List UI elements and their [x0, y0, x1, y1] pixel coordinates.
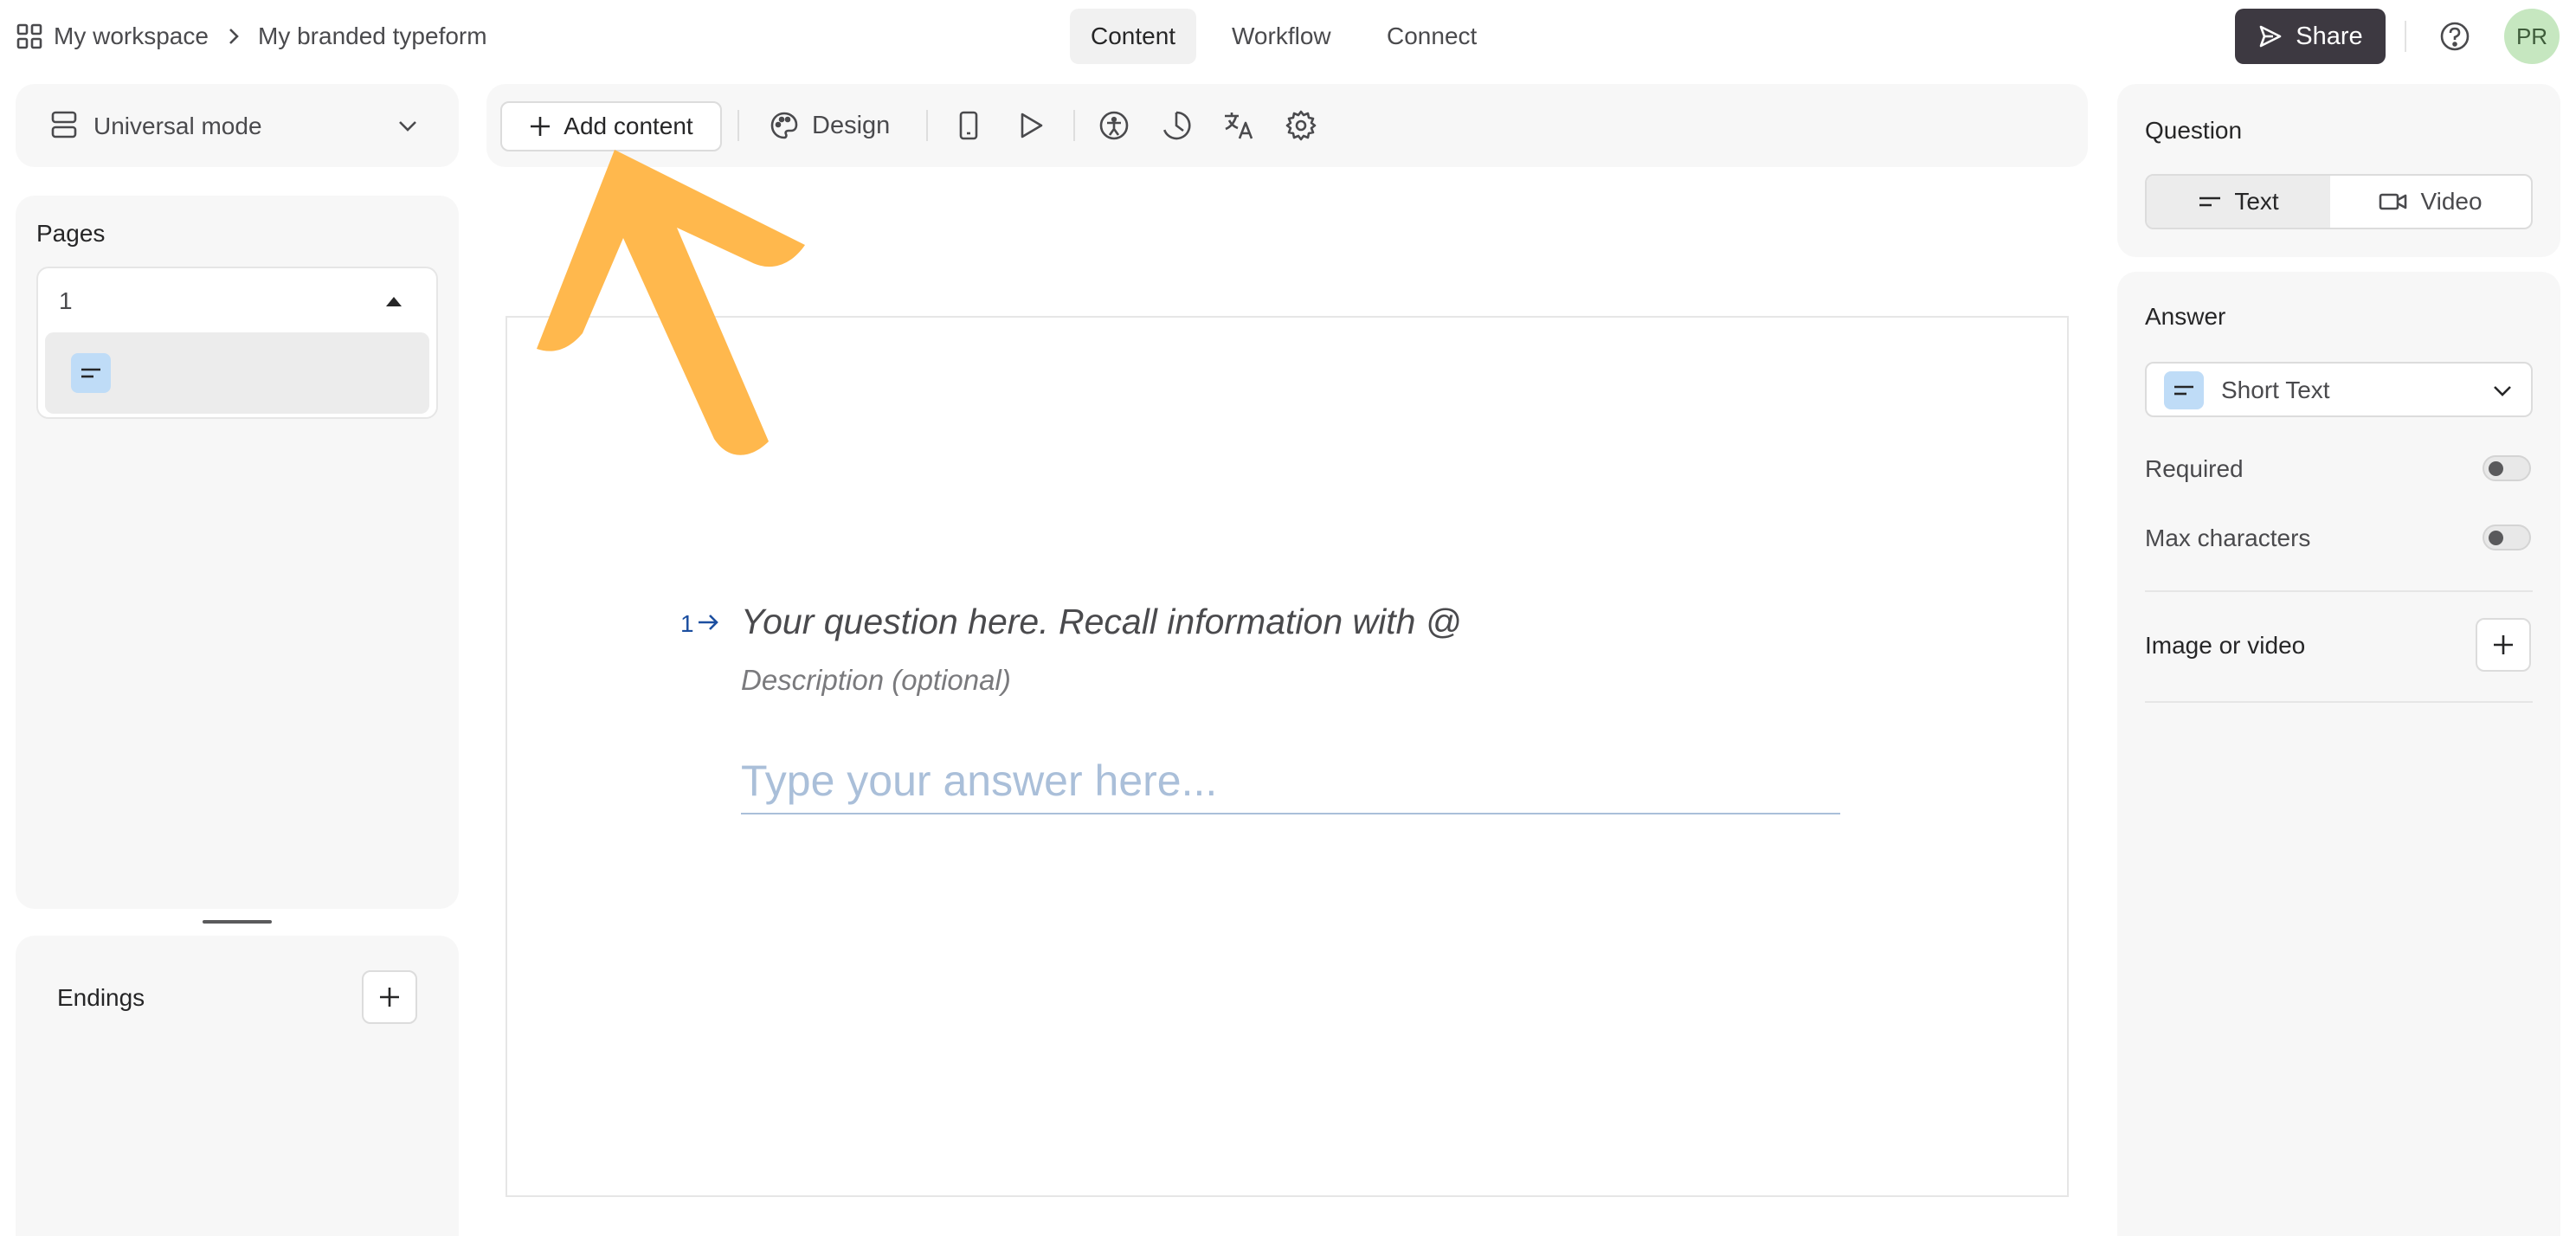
page-item-question-1[interactable]	[45, 332, 429, 414]
page-number: 1	[59, 287, 73, 314]
answer-placeholder: Type your answer here...	[741, 756, 1218, 805]
arrow-right-icon	[696, 612, 720, 633]
section-divider	[2145, 590, 2533, 592]
answer-section-title: Answer	[2145, 303, 2226, 330]
answer-input[interactable]: Type your answer here...	[741, 750, 1840, 814]
header-divider	[2405, 21, 2406, 52]
tab-workflow[interactable]: Workflow	[1211, 9, 1352, 64]
type-text-option[interactable]: Text	[2147, 176, 2330, 228]
mobile-preview-icon[interactable]	[952, 109, 985, 142]
layers-icon	[50, 110, 78, 139]
question-number: 1	[680, 610, 694, 637]
endings-panel: Endings	[16, 936, 459, 1236]
top-bar: My workspace My branded typeform Content…	[0, 0, 2576, 73]
question-section-title: Question	[2145, 117, 2243, 144]
resize-handle[interactable]	[203, 920, 272, 924]
send-icon	[2257, 23, 2283, 49]
avatar[interactable]: PR	[2504, 9, 2560, 64]
share-button[interactable]: Share	[2235, 9, 2386, 64]
question-settings-panel: Question Text Video	[2117, 84, 2560, 257]
type-video-label: Video	[2420, 188, 2483, 215]
tab-connect[interactable]: Connect	[1366, 9, 1497, 64]
type-video-option[interactable]: Video	[2330, 176, 2531, 228]
answer-type-dropdown[interactable]: Short Text	[2145, 362, 2533, 417]
endings-title: Endings	[57, 984, 145, 1011]
settings-gear-icon[interactable]	[1285, 109, 1317, 142]
pointer-arrow-icon	[528, 134, 822, 472]
breadcrumb-form-name[interactable]: My branded typeform	[258, 23, 487, 50]
pages-panel: Pages 1	[16, 196, 459, 909]
page-group: 1	[36, 267, 438, 419]
answer-type-label: Short Text	[2221, 377, 2330, 403]
mode-selector[interactable]: Universal mode	[16, 84, 459, 167]
mode-label: Universal mode	[93, 113, 262, 139]
max-characters-toggle[interactable]	[2483, 525, 2531, 550]
max-characters-label: Max characters	[2145, 525, 2311, 551]
caret-up-icon[interactable]	[384, 294, 403, 308]
add-ending-button[interactable]	[362, 970, 417, 1024]
short-text-icon	[71, 353, 111, 393]
add-media-button[interactable]	[2476, 618, 2531, 672]
design-label: Design	[812, 111, 891, 139]
answer-settings-panel: Answer Short Text Required Max character…	[2117, 272, 2560, 1236]
breadcrumb-workspace[interactable]: My workspace	[54, 23, 209, 50]
type-text-label: Text	[2234, 188, 2279, 215]
question-type-toggle: Text Video	[2145, 174, 2533, 229]
image-or-video-label: Image or video	[2145, 632, 2306, 659]
short-text-icon	[2164, 371, 2204, 409]
apps-grid-icon[interactable]	[16, 23, 43, 50]
chevron-right-icon	[225, 26, 242, 47]
chevron-down-icon	[396, 115, 419, 136]
required-toggle[interactable]	[2483, 455, 2531, 481]
accessibility-icon[interactable]	[1098, 109, 1130, 142]
section-divider	[2145, 701, 2533, 703]
play-preview-icon[interactable]	[1014, 109, 1047, 142]
question-description-input[interactable]: Description (optional)	[741, 664, 1011, 697]
video-camera-icon	[2379, 191, 2408, 212]
toolbar-divider	[926, 110, 928, 141]
required-label: Required	[2145, 455, 2244, 482]
question-title-input[interactable]: Your question here. Recall information w…	[741, 602, 1461, 642]
short-text-icon	[2198, 195, 2222, 209]
plus-icon	[377, 985, 402, 1009]
share-label: Share	[2296, 22, 2363, 50]
plus-icon	[2491, 633, 2515, 657]
translate-icon[interactable]	[1222, 109, 1255, 142]
chevron-down-icon	[2491, 381, 2514, 400]
pages-title: Pages	[36, 220, 106, 247]
toolbar-divider	[1073, 110, 1075, 141]
help-icon[interactable]	[2438, 19, 2472, 54]
progress-loader-icon[interactable]	[1160, 109, 1193, 142]
tab-content[interactable]: Content	[1070, 9, 1197, 64]
